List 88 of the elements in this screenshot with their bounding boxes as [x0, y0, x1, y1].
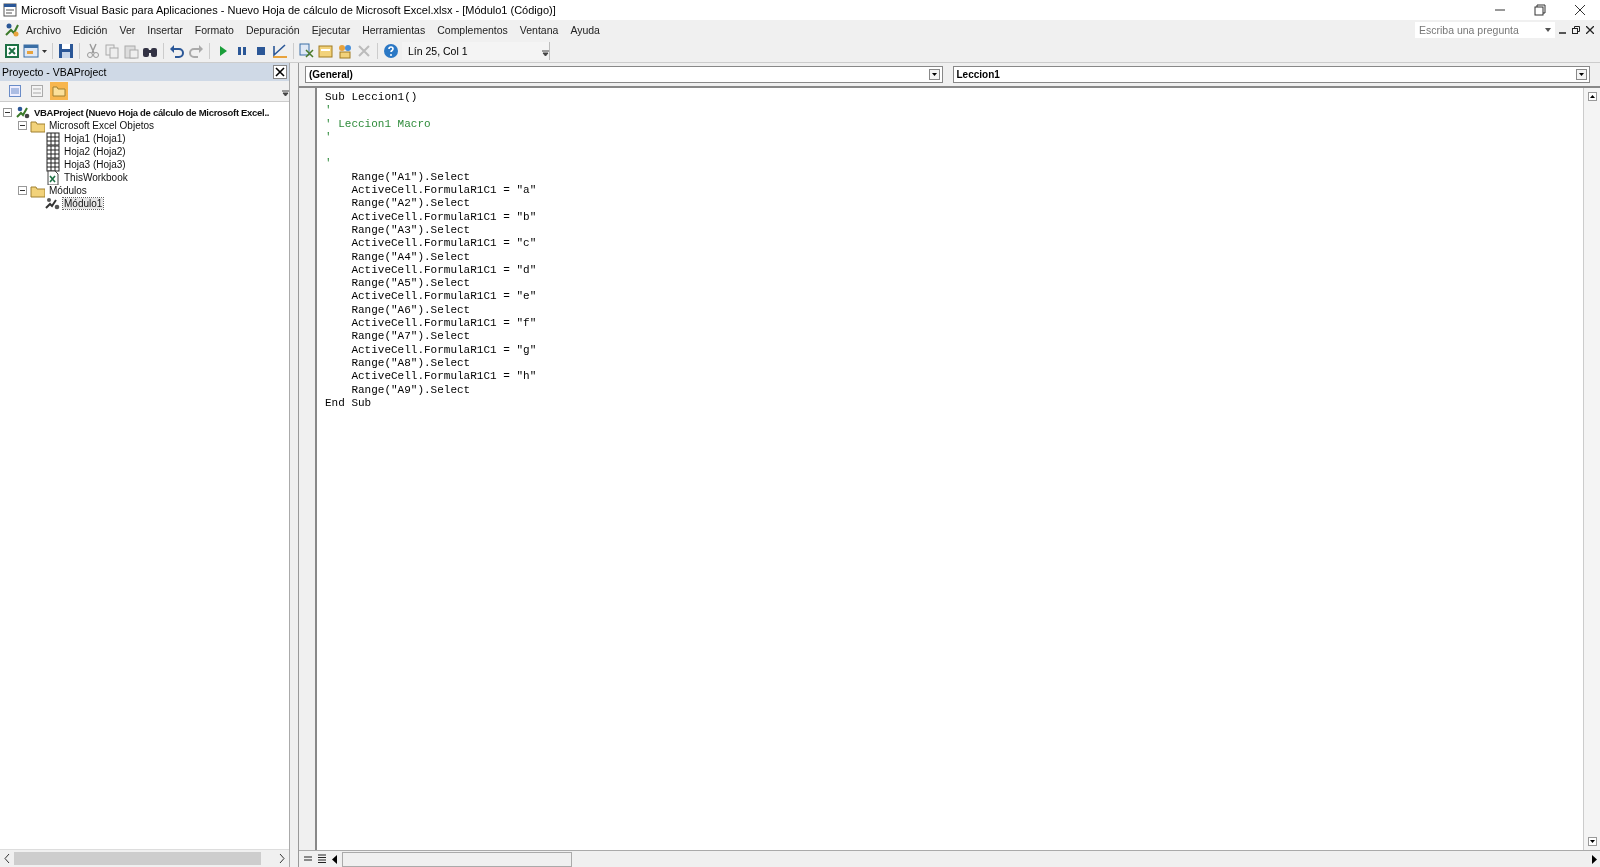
tree-item[interactable]: Módulos [48, 185, 88, 196]
code-line: Range("A6").Select [350, 303, 472, 318]
save-icon[interactable] [58, 43, 74, 59]
tree-item[interactable]: Módulo1 [63, 198, 104, 209]
undo-icon[interactable] [169, 43, 185, 59]
code-line: ActiveCell.FormulaR1C1 = "b" [350, 210, 538, 224]
procedure-dropdown[interactable]: Leccion1 [952, 66, 1590, 83]
code-line: End Sub [325, 396, 373, 411]
dropdown-arrow-icon[interactable] [42, 49, 47, 53]
menu-item[interactable]: Ver [113, 24, 142, 36]
menu-item[interactable]: Depuración [239, 24, 306, 36]
code-line: Range("A7").Select [350, 330, 472, 344]
tree-item[interactable]: Hoja2 (Hoja2) [63, 146, 127, 157]
folder-icon [30, 183, 45, 198]
scroll-left-icon[interactable] [331, 854, 338, 864]
scroll-left-icon[interactable] [4, 854, 10, 863]
tree-item[interactable]: Hoja3 (Hoja3) [63, 159, 127, 170]
collapse-icon[interactable] [3, 108, 12, 117]
code-line: ActiveCell.FormulaR1C1 = "g" [350, 343, 538, 357]
worksheet-icon [45, 157, 60, 172]
pane-title: Proyecto - VBAProject [2, 66, 107, 78]
code-line: Range("A8").Select [350, 356, 472, 371]
window-title: Microsoft Visual Basic para Aplicaciones - Nuevo Hoja de cálculo de Microsoft Excel.xlsx - [Módulo1 (Código)] [21, 4, 557, 16]
workbook-icon [45, 170, 60, 185]
menu-item[interactable]: Ventana [513, 24, 565, 36]
menu-item[interactable]: Formato [188, 24, 240, 36]
cursor-position-box: Lín 25, Col 1 [402, 42, 550, 60]
menu-item[interactable]: Archivo [20, 24, 67, 36]
scroll-up-icon[interactable] [1587, 92, 1597, 101]
module-icon [45, 196, 60, 211]
comment-line: ' [325, 130, 333, 145]
procedure-view-icon[interactable] [303, 854, 313, 864]
object-browser-icon[interactable] [337, 43, 353, 59]
spreadsheet-icon[interactable] [4, 43, 20, 59]
code-line: Sub Leccion1() [325, 91, 419, 105]
app-icon [3, 3, 17, 17]
tree-item[interactable]: VBAProject (Nuevo Hoja de cálculo de Microsoft Excel.. [33, 107, 271, 118]
code-line: Range("A5").Select [350, 277, 472, 291]
scrollbar-thumb[interactable] [14, 852, 261, 865]
code-line: ActiveCell.FormulaR1C1 = "f" [350, 317, 538, 331]
vba-app-icon[interactable] [4, 22, 20, 38]
menu-item[interactable]: Ejecutar [305, 24, 357, 36]
comment-line: ' [325, 104, 333, 118]
code-line: Range("A4").Select [350, 250, 472, 264]
help-search-field[interactable]: Escriba una pregunta [1415, 22, 1555, 38]
code-line: Range("A1").Select [350, 170, 472, 185]
code-line: Range("A3").Select [350, 223, 472, 238]
tree-item[interactable]: ThisWorkbook [63, 172, 129, 183]
close-icon[interactable] [1586, 26, 1594, 34]
toggle-folders-button[interactable] [50, 82, 68, 100]
project-explorer-icon[interactable] [299, 43, 315, 59]
restore-icon[interactable] [1572, 26, 1580, 34]
view-code-icon[interactable] [9, 85, 21, 97]
dropdown-arrow-icon[interactable] [1545, 28, 1551, 32]
code-line: ActiveCell.FormulaR1C1 = "a" [350, 184, 538, 198]
full-module-view-icon[interactable] [317, 854, 327, 864]
code-line: ActiveCell.FormulaR1C1 = "d" [350, 263, 538, 278]
scroll-right-icon[interactable] [1591, 854, 1598, 864]
close-icon[interactable] [273, 65, 287, 79]
menu-item[interactable]: Insertar [141, 24, 189, 36]
comment-line: ' Leccion1 Macro [325, 117, 432, 131]
menu-item[interactable]: Complementos [431, 24, 514, 36]
comment-line: ' [325, 157, 333, 171]
close-icon[interactable] [1574, 4, 1586, 16]
design-mode-icon[interactable] [272, 43, 288, 59]
collapse-icon[interactable] [18, 121, 27, 130]
worksheet-icon [45, 131, 60, 146]
folder-icon [52, 85, 66, 97]
code-line: ActiveCell.FormulaR1C1 = "e" [350, 290, 538, 304]
menu-item[interactable]: Herramientas [356, 24, 432, 36]
scrollbar-thumb[interactable] [342, 851, 572, 867]
scroll-right-icon[interactable] [279, 854, 285, 863]
tree-item[interactable]: Microsoft Excel Objetos [48, 120, 156, 131]
help-icon[interactable] [383, 43, 399, 59]
project-icon [15, 105, 30, 120]
object-dropdown[interactable]: (General) [305, 66, 943, 83]
code-line: ActiveCell.FormulaR1C1 = "c" [350, 237, 538, 251]
code-line: Range("A9").Select [350, 383, 472, 397]
collapse-icon[interactable] [18, 186, 27, 195]
menu-item[interactable]: Ayuda [564, 24, 606, 36]
worksheet-icon [45, 144, 60, 159]
menu-item[interactable]: Edición [67, 24, 114, 36]
tree-item[interactable]: Hoja1 (Hoja1) [63, 133, 127, 144]
code-line: ActiveCell.FormulaR1C1 = "h" [350, 370, 538, 384]
folder-icon [30, 118, 45, 133]
code-line: Range("A2").Select [350, 197, 472, 211]
scroll-down-icon[interactable] [1587, 837, 1597, 846]
insert-form-icon[interactable] [23, 43, 39, 59]
